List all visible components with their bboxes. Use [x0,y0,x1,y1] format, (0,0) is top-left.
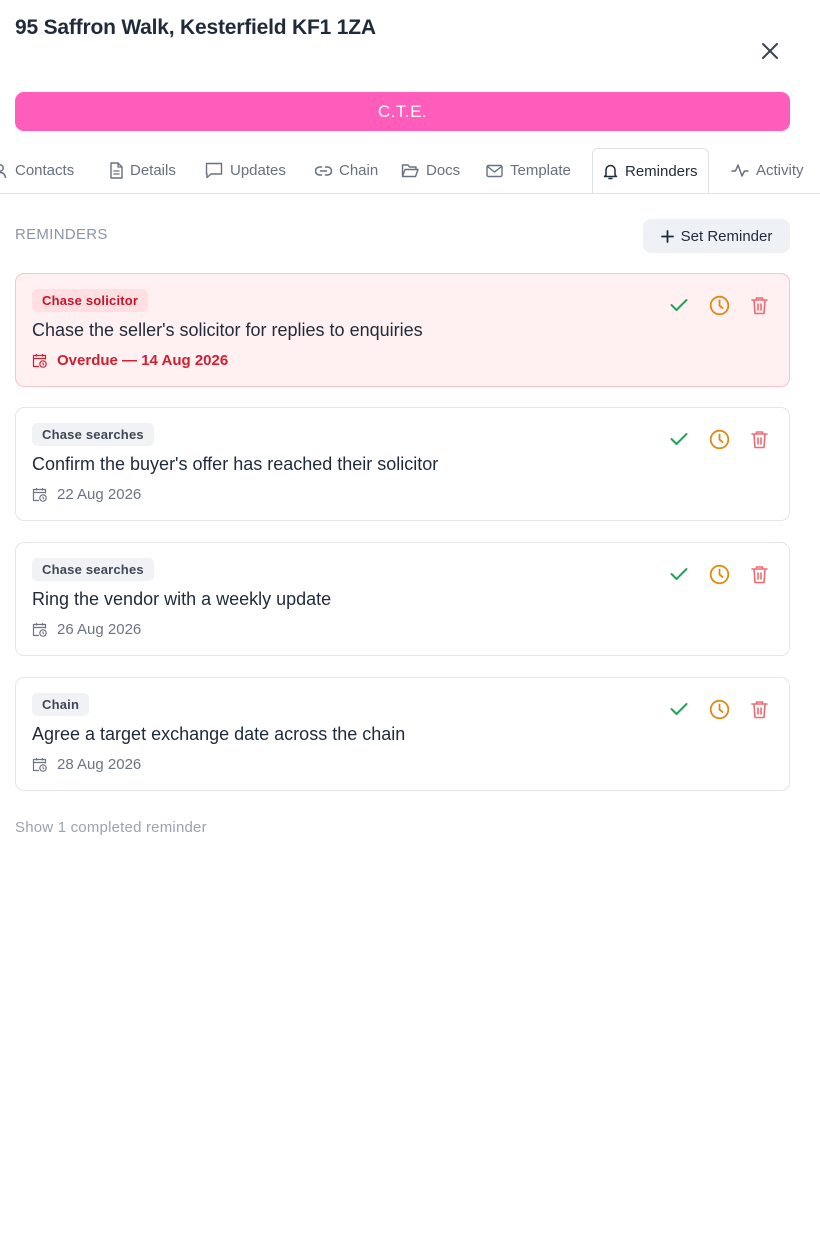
complete-button[interactable] [668,428,690,450]
trash-icon [750,296,768,314]
check-icon [670,703,688,715]
reminder-date-label: 22 Aug 2026 [57,486,142,503]
tab-label: Template [510,162,571,179]
tab-label: Activity [756,162,804,179]
close-button[interactable] [756,37,784,65]
tab-label: Chain [339,162,379,179]
tab-label: Reminders [625,162,698,180]
tab-updates[interactable]: Updates [205,147,286,193]
calendar-clock-icon [32,623,47,637]
clock-icon [709,295,729,315]
delete-button[interactable] [748,294,770,316]
tab-reminders[interactable]: Reminders [592,148,709,193]
status-button[interactable]: C.T.E. [15,92,790,131]
complete-button[interactable] [668,563,690,585]
tab-label: Contacts [15,162,75,179]
snooze-button[interactable] [708,698,730,720]
clock-icon [709,699,729,719]
page-title: 95 Saffron Walk, Kesterfield KF1 1ZA [15,16,376,39]
category-badge: Chase searches [32,423,154,446]
clock-icon [709,429,729,449]
tab-activity[interactable]: Activity [731,147,804,193]
document-icon [110,162,123,179]
reminder-actions [668,563,770,585]
snooze-button[interactable] [708,428,730,450]
tab-label: Docs [426,162,461,179]
reminder-date-label: 28 Aug 2026 [57,756,142,773]
reminder-date: 22 Aug 2026 [32,486,141,503]
check-icon [670,299,688,311]
tab-label: Updates [230,162,286,179]
bell-icon [603,164,618,179]
category-badge: Chase searches [32,558,154,581]
section-title: REMINDERS [15,226,108,243]
tab-template[interactable]: Template [486,147,571,193]
delete-button[interactable] [748,428,770,450]
calendar-clock-icon [32,488,47,502]
reminder-actions [668,428,770,450]
reminder-date: Overdue — 14 Aug 2026 [32,352,228,369]
clock-icon [709,564,729,584]
trash-icon [750,700,768,718]
tab-chain[interactable]: Chain [315,147,379,193]
folder-icon [401,164,419,178]
snooze-button[interactable] [708,294,730,316]
reminder-text: Ring the vendor with a weekly update [32,589,332,609]
reminder-text: Confirm the buyer's offer has reached th… [32,454,439,474]
check-icon [670,433,688,445]
tab-label: Details [130,162,176,179]
reminder-text: Chase the seller's solicitor for replies… [32,320,423,340]
tab-contacts[interactable]: Contacts [0,147,75,193]
close-icon [762,43,778,59]
tab-bar: Contacts Details Updates Chain Docs Temp… [0,147,820,194]
trash-icon [750,565,768,583]
snooze-button[interactable] [708,563,730,585]
reminder-date: 26 Aug 2026 [32,621,141,638]
trash-icon [750,430,768,448]
show-completed-link[interactable]: Show 1 completed reminder [15,819,207,836]
delete-button[interactable] [748,563,770,585]
plus-icon [660,229,674,243]
reminder-card: Chase searches Confirm the buyer's offer… [15,407,790,521]
user-icon [0,163,7,178]
set-reminder-label: Set Reminder [680,227,773,245]
check-icon [670,568,688,580]
message-icon [205,162,223,179]
reminder-actions [668,294,770,316]
calendar-clock-icon [32,758,47,772]
reminder-card: Chain Agree a target exchange date acros… [15,677,790,791]
category-badge: Chase solicitor [32,289,149,312]
reminder-text: Agree a target exchange date across the … [32,724,406,744]
tab-docs[interactable]: Docs [401,147,461,193]
set-reminder-button[interactable]: Set Reminder [643,219,790,253]
reminder-card: Chase searches Ring the vendor with a we… [15,542,790,656]
reminder-date-label: 26 Aug 2026 [57,621,142,638]
complete-button[interactable] [668,294,690,316]
mail-icon [486,164,503,177]
activity-icon [731,164,749,177]
delete-button[interactable] [748,698,770,720]
reminder-date: 28 Aug 2026 [32,756,141,773]
reminder-card: Chase solicitor Chase the seller's solic… [15,273,790,387]
reminder-actions [668,698,770,720]
reminder-date-label: Overdue — 14 Aug 2026 [57,352,229,369]
category-badge: Chain [32,693,90,716]
tab-details[interactable]: Details [109,147,176,193]
link-icon [315,165,332,176]
complete-button[interactable] [668,698,690,720]
calendar-clock-icon [32,354,47,368]
